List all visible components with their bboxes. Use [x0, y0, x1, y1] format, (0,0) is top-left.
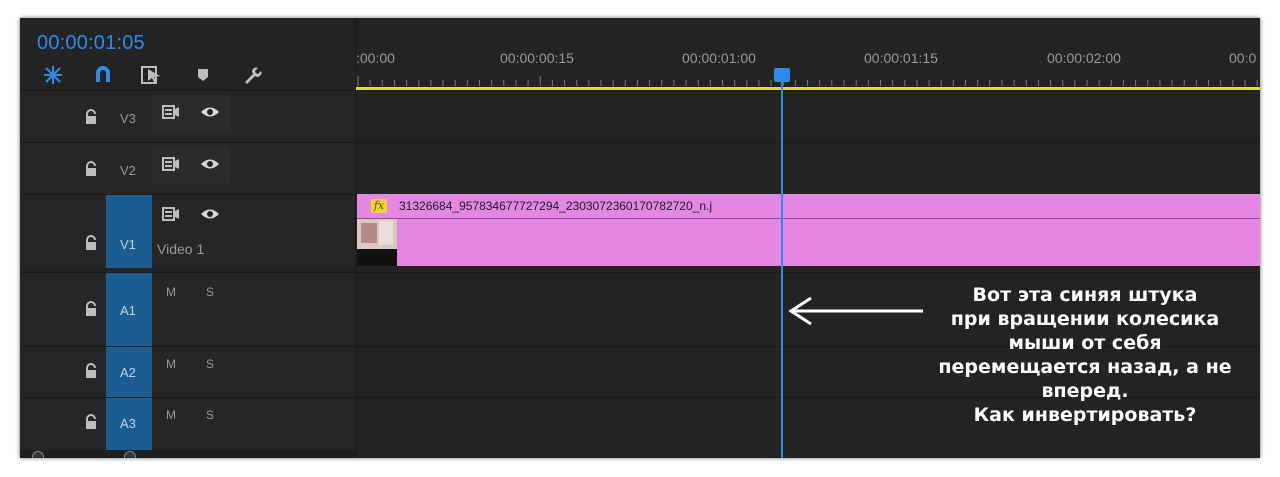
lock-icon[interactable]	[84, 414, 98, 430]
track-lane-v3[interactable]	[356, 91, 1260, 142]
annotation-line: Вот эта синяя штука	[972, 284, 1198, 306]
solo-button[interactable]: S	[206, 408, 214, 422]
zoom-handle-right[interactable]	[124, 451, 136, 458]
nest-icon[interactable]	[40, 63, 66, 87]
annotation-line: вперед.	[1041, 380, 1129, 402]
clip-header: fx 31326684_957834677727294_230307236017…	[357, 194, 1260, 219]
ruler-label: 00:00:01:00	[682, 50, 756, 66]
track-header-a2: A2 M S	[20, 347, 355, 397]
track-name[interactable]: V3	[120, 111, 136, 126]
track-header-v3: V3	[20, 91, 355, 142]
sync-lock-icon[interactable]	[162, 157, 180, 171]
ruler-label: 00:00:01:15	[864, 50, 938, 66]
ruler-label: 00:00:02:00	[1047, 50, 1121, 66]
solo-button[interactable]: S	[206, 285, 214, 299]
track-lane-v2[interactable]	[356, 143, 1260, 194]
track-controls	[152, 197, 230, 233]
track-v2: V2	[20, 142, 1260, 194]
solo-button[interactable]: S	[206, 357, 214, 371]
annotation-line: Как инвертировать?	[973, 404, 1197, 426]
zoom-handle-left[interactable]	[32, 451, 44, 458]
sync-lock-icon[interactable]	[162, 105, 180, 119]
fx-badge[interactable]: fx	[371, 199, 387, 213]
clip-thumbnail	[357, 219, 397, 266]
track-header-a3: A3 M S	[20, 398, 355, 451]
track-name[interactable]: A1	[120, 303, 136, 318]
track-header-a1: A1 M S	[20, 273, 355, 346]
zoom-scrollbar[interactable]	[20, 450, 355, 458]
lock-icon[interactable]	[84, 109, 98, 125]
timecode-display[interactable]: 00:00:01:05	[37, 32, 145, 55]
annotation-line: перемещается назад, а не	[938, 356, 1232, 378]
playhead-line[interactable]	[781, 74, 783, 458]
ruler-label: 00:0	[1229, 50, 1257, 66]
wrench-icon[interactable]	[239, 63, 265, 87]
track-name[interactable]: V1	[120, 237, 136, 252]
eye-icon[interactable]	[200, 208, 220, 220]
sync-lock-icon[interactable]	[162, 207, 180, 221]
timeline-panel: 00:00:01:05 :00:00 00:00:00:15 00:00:01:…	[20, 18, 1260, 458]
track-name[interactable]: A2	[120, 365, 136, 380]
track-name[interactable]: A3	[120, 416, 136, 431]
annotation-line: мыши от себя	[1008, 332, 1162, 354]
lock-icon[interactable]	[84, 235, 98, 251]
mute-button[interactable]: M	[166, 408, 176, 422]
marker-icon[interactable]	[190, 63, 216, 87]
ruler-label: 00:00:00:15	[500, 50, 574, 66]
track-controls	[152, 95, 230, 131]
annotation-text: Вот эта синяя штука при вращении колесик…	[920, 283, 1250, 427]
linked-selection-icon[interactable]	[139, 63, 165, 87]
timeline-header: 00:00:01:05	[20, 18, 355, 90]
mute-button[interactable]: M	[166, 285, 176, 299]
lock-icon[interactable]	[84, 161, 98, 177]
track-target-v1[interactable]	[106, 195, 152, 268]
eye-icon[interactable]	[200, 158, 220, 170]
track-header-v2: V2	[20, 143, 355, 194]
left-arrow-icon	[788, 296, 923, 326]
ruler-label: :00:00	[356, 50, 395, 66]
track-controls	[152, 147, 230, 183]
track-v3: V3	[20, 90, 1260, 142]
annotation-line: при вращении колесика	[950, 308, 1220, 330]
time-ruler[interactable]: :00:00 00:00:00:15 00:00:01:00 00:00:01:…	[356, 18, 1260, 90]
eye-icon[interactable]	[200, 106, 220, 118]
lock-icon[interactable]	[84, 301, 98, 317]
ruler-ticks	[357, 76, 1258, 86]
clip-name: 31326684_957834677727294_230307236017078…	[399, 199, 712, 213]
lock-icon[interactable]	[84, 363, 98, 379]
track-label[interactable]: Video 1	[157, 241, 204, 257]
mute-button[interactable]: M	[166, 357, 176, 371]
track-name[interactable]: V2	[120, 163, 136, 178]
snap-magnet-icon[interactable]	[90, 63, 116, 87]
video-clip[interactable]: fx 31326684_957834677727294_230307236017…	[357, 194, 1260, 266]
track-header-v1: V1 Video 1	[20, 195, 355, 268]
